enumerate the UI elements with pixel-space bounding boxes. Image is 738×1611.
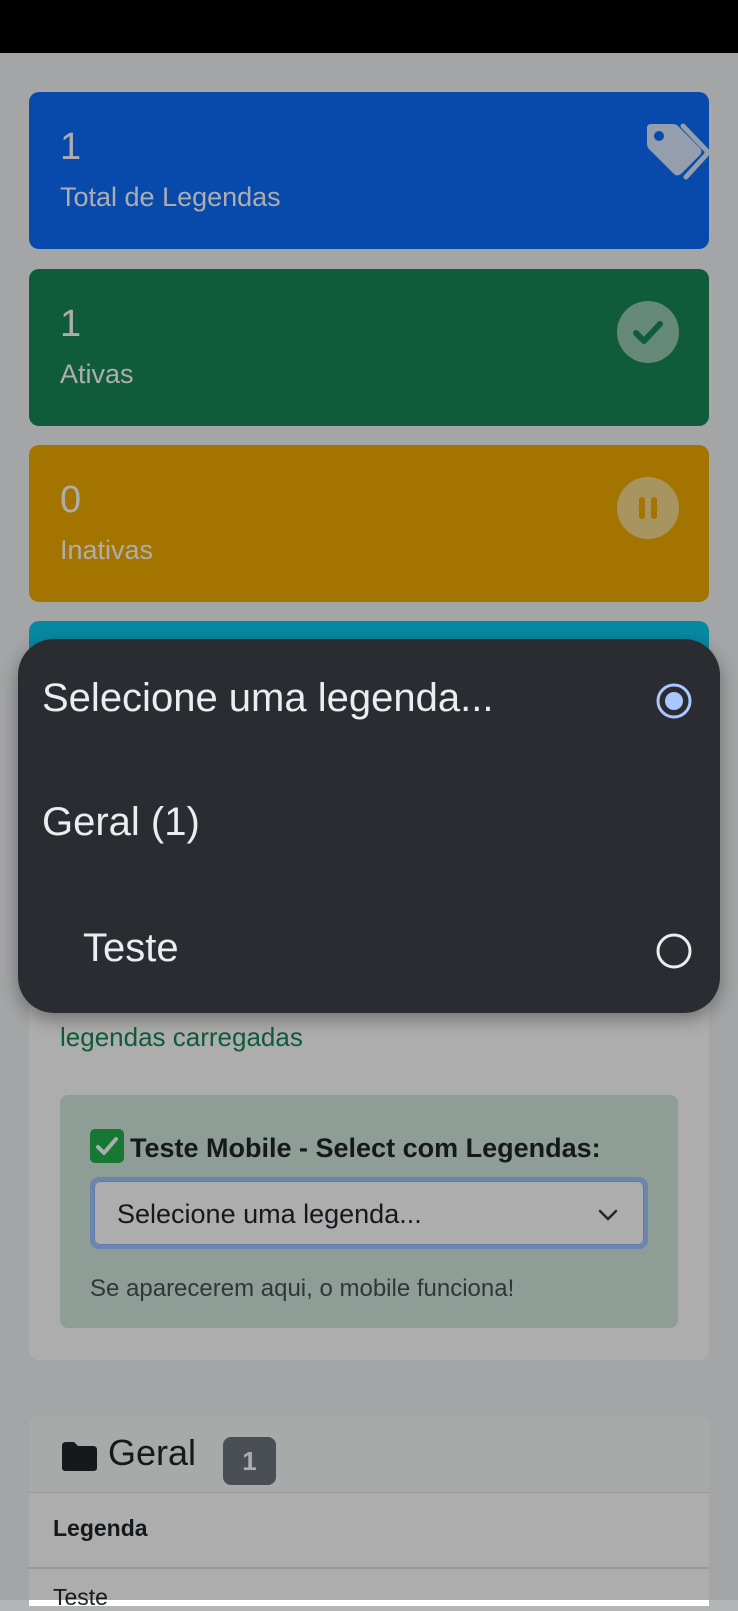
select-dropdown-menu: Selecione uma legenda... Geral (1) Teste xyxy=(18,639,720,1013)
status-bar xyxy=(0,0,738,53)
dropdown-optgroup-label: Geral (1) xyxy=(42,800,200,844)
dropdown-option-teste[interactable]: Teste xyxy=(18,890,720,1010)
radio-selected-icon xyxy=(656,683,692,719)
dropdown-option-label: Teste xyxy=(83,926,179,970)
dropdown-option-label: Selecione uma legenda... xyxy=(42,676,494,720)
dropdown-optgroup-geral: Geral (1) xyxy=(18,764,720,884)
radio-unselected-icon xyxy=(656,933,692,969)
dropdown-option-placeholder[interactable]: Selecione uma legenda... xyxy=(18,640,720,760)
